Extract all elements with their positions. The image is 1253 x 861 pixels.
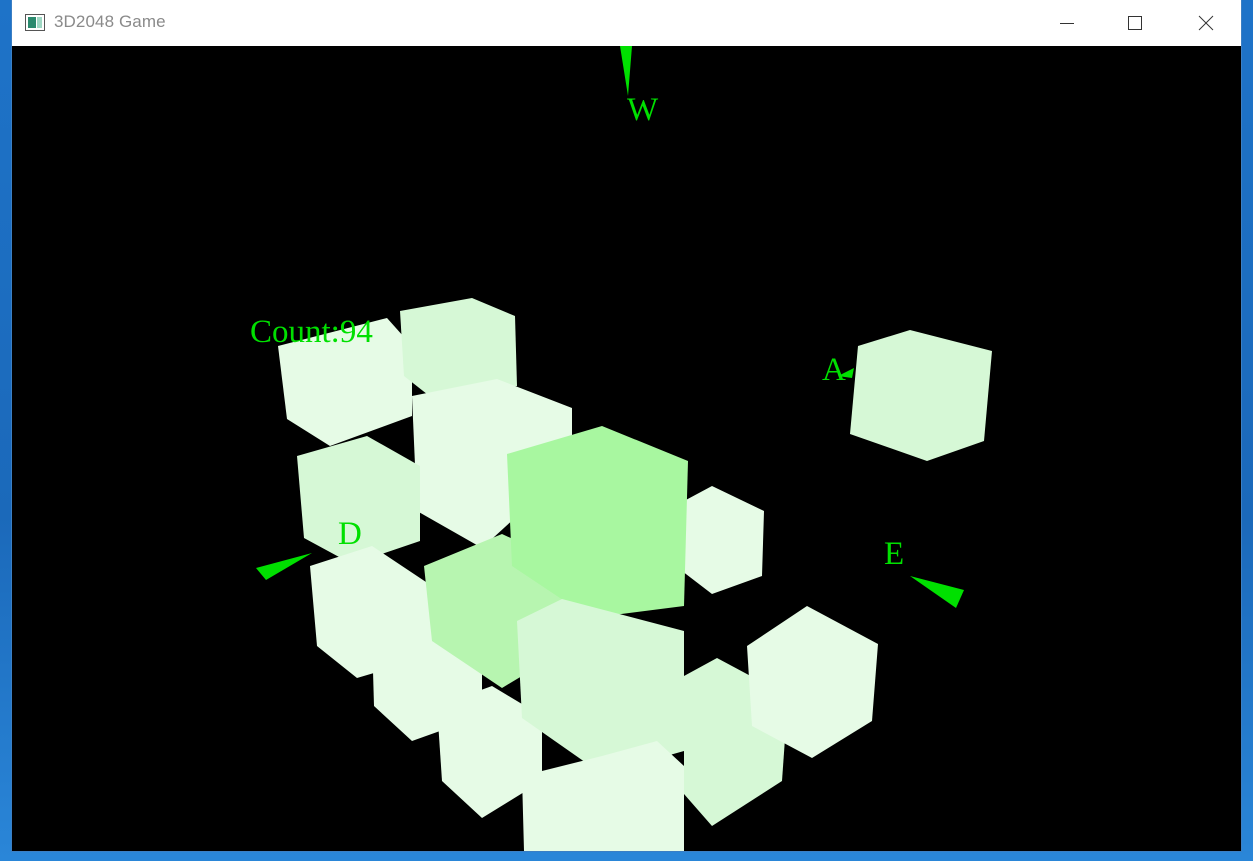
title-bar[interactable]: 3D2048 Game	[12, 0, 1241, 46]
axis-label-a: A	[822, 352, 846, 388]
axis-label-e: E	[884, 536, 905, 572]
arrow-d	[256, 553, 312, 580]
count-display: Count:94	[250, 314, 373, 350]
cube	[682, 486, 764, 594]
window-title: 3D2048 Game	[54, 12, 166, 31]
cube-scene	[256, 46, 992, 851]
app-window-icon	[25, 14, 45, 31]
minimize-icon	[1060, 23, 1074, 24]
close-button[interactable]	[1183, 0, 1229, 46]
game-viewport[interactable]: Count:94 W A D E	[12, 46, 1241, 851]
cube	[850, 330, 992, 461]
axis-label-d: D	[338, 516, 362, 552]
arrow-e	[910, 576, 964, 608]
maximize-button[interactable]	[1112, 0, 1158, 46]
arrow-w	[620, 46, 632, 96]
minimize-button[interactable]	[1044, 0, 1090, 46]
maximize-icon	[1128, 16, 1142, 30]
cube	[522, 741, 684, 851]
close-icon	[1198, 15, 1214, 31]
game-window: 3D2048 Game Count:94 W A D E	[12, 0, 1241, 851]
axis-label-w: W	[627, 92, 659, 128]
